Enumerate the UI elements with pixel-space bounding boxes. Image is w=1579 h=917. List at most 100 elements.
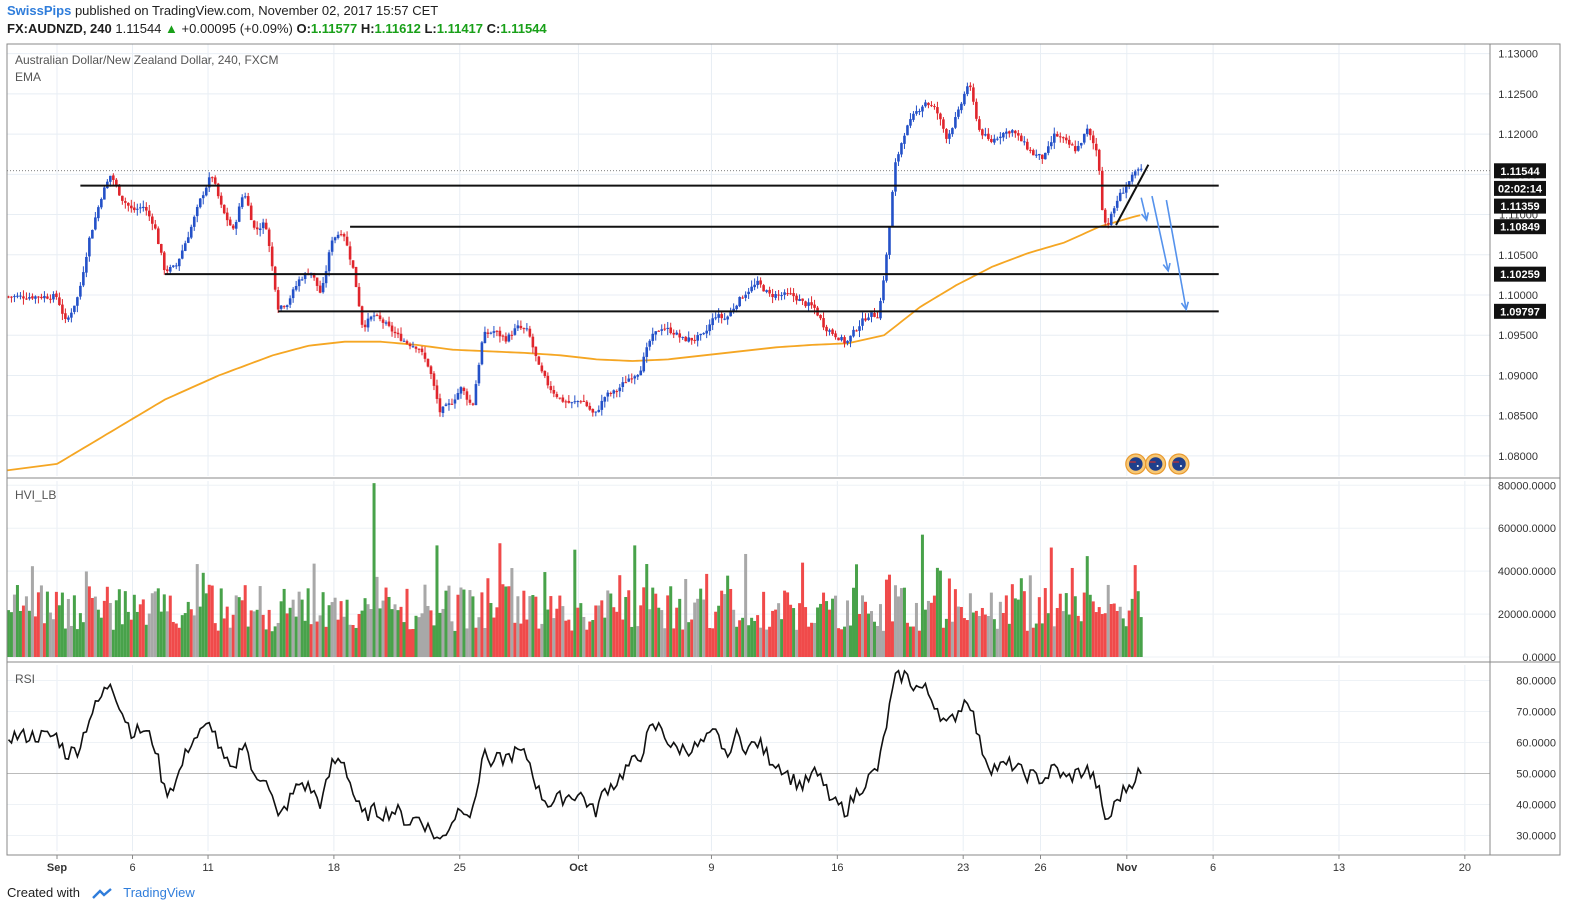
volume-bar <box>941 627 945 657</box>
candle-body <box>115 179 118 186</box>
candle-body <box>363 324 367 328</box>
volume-bar <box>947 578 951 657</box>
volume-bar <box>432 625 436 657</box>
candle-body <box>993 138 996 143</box>
candle-body <box>1052 133 1056 143</box>
volume-bar <box>240 600 244 657</box>
candle-body <box>1002 132 1005 138</box>
volume-bar <box>111 629 115 657</box>
price-axis-tick-label: 1.09500 <box>1498 330 1538 342</box>
chart-area[interactable]: 1.130001.125001.120001.115001.110001.105… <box>0 40 1579 880</box>
volume-bar <box>21 605 25 657</box>
volume-bar <box>708 627 712 657</box>
candle-body <box>669 327 673 334</box>
price-axis-tick-label: 1.10000 <box>1498 290 1538 302</box>
volume-bar <box>744 553 748 657</box>
candle-body <box>1085 128 1089 135</box>
candle-body <box>420 348 424 353</box>
candle-body <box>540 365 544 372</box>
volume-bar <box>828 609 832 657</box>
volume-bar <box>1031 627 1035 657</box>
volume-bar <box>513 622 517 657</box>
time-axis-tick-label: 16 <box>831 862 843 874</box>
candle-body <box>1008 131 1011 134</box>
candle-body <box>1106 223 1110 225</box>
candle-body <box>825 326 828 332</box>
volume-bar <box>699 588 703 657</box>
volume-bar <box>363 598 367 657</box>
volume-bar <box>279 601 283 657</box>
candle-body <box>522 328 526 330</box>
candle-body <box>549 386 553 391</box>
candle-body <box>840 336 843 341</box>
candle-body <box>145 207 148 211</box>
candle-body <box>672 332 676 335</box>
volume-bar <box>288 607 292 657</box>
candle-body <box>771 293 774 298</box>
volume-bar <box>468 590 472 657</box>
volume-bar <box>9 612 13 657</box>
volume-bar <box>525 619 529 657</box>
candle-body <box>666 327 670 329</box>
candle-body <box>720 314 723 319</box>
candle-body <box>390 325 394 332</box>
tradingview-link[interactable]: TradingView <box>123 885 195 900</box>
candle-body <box>1055 134 1059 137</box>
volume-bar <box>516 596 520 657</box>
candle-body <box>723 318 726 320</box>
volume-bar <box>1082 592 1086 657</box>
volume-bar <box>1007 623 1011 657</box>
candle-body <box>870 312 873 317</box>
candle-body <box>684 336 688 342</box>
candle-body <box>52 294 55 300</box>
candle-body <box>492 331 496 333</box>
volume-bar <box>968 593 972 657</box>
candle-body <box>378 315 382 320</box>
candle-body <box>441 406 445 414</box>
candle-body <box>1032 150 1035 156</box>
candle-body <box>399 333 403 341</box>
volume-bar <box>944 618 948 657</box>
candle-body <box>147 210 151 217</box>
author-link[interactable]: SwissPips <box>7 3 71 18</box>
volume-bar <box>372 483 376 657</box>
volume-bar <box>720 590 724 657</box>
volume-bar <box>1010 584 1014 657</box>
candle-body <box>1044 152 1047 160</box>
volume-bar <box>989 592 993 657</box>
rsi-axis-tick-label: 40.0000 <box>1516 800 1556 812</box>
volume-bar <box>630 626 634 657</box>
candle-body <box>663 328 667 330</box>
candle-body <box>783 292 786 295</box>
volume-bar <box>417 617 421 657</box>
low-label: L: <box>424 21 437 36</box>
candle-body <box>297 279 301 287</box>
candle-body <box>156 228 160 245</box>
candle-body <box>1136 169 1140 171</box>
close-value: 1.11544 <box>500 21 547 36</box>
volume-bar <box>974 610 978 657</box>
volume-bar <box>858 613 862 657</box>
volume-bar <box>1124 626 1128 657</box>
candle-body <box>741 297 744 299</box>
volume-bar <box>1061 611 1065 657</box>
volume-bar <box>920 534 924 657</box>
candle-body <box>912 113 915 120</box>
candle-body <box>957 109 960 117</box>
low-value: 1.11417 <box>436 21 484 36</box>
candle-body <box>198 198 202 208</box>
volume-bar <box>549 596 553 657</box>
volume-bar <box>576 607 580 657</box>
candle-body <box>369 316 373 320</box>
time-axis-tick-label: 23 <box>957 862 969 874</box>
volume-bar <box>762 591 766 657</box>
candle-body <box>594 411 598 413</box>
candle-body <box>573 401 577 403</box>
candle-body <box>55 293 58 297</box>
candle-body <box>273 266 277 290</box>
volume-bar <box>705 573 709 657</box>
candle-body <box>16 295 19 297</box>
candle-body <box>417 348 421 350</box>
volume-bar <box>225 606 229 657</box>
candle-body <box>846 340 849 344</box>
